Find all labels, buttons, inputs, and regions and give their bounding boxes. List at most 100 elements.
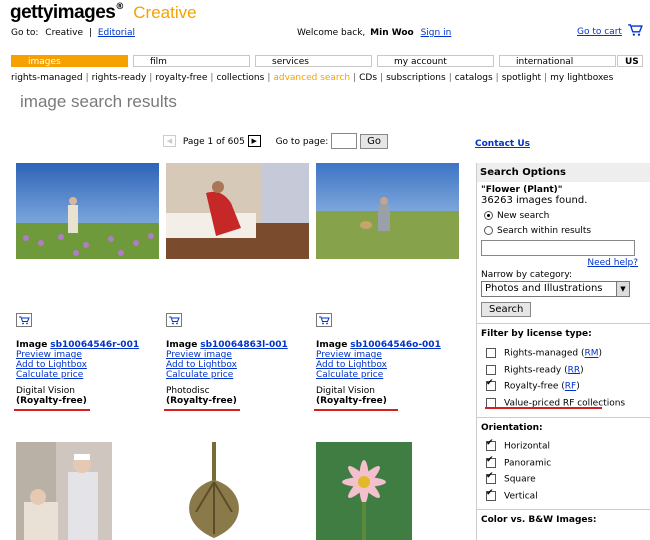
preview-link[interactable]: Preview image bbox=[316, 350, 382, 360]
orientation-title: Orientation: bbox=[481, 423, 543, 433]
goto-page-button[interactable]: Go bbox=[360, 133, 388, 149]
cart-icon[interactable] bbox=[627, 22, 643, 37]
contact-link[interactable]: Contact Us bbox=[475, 139, 530, 149]
search-within-label: Search within results bbox=[497, 226, 592, 236]
orientation-vertical[interactable]: Vertical bbox=[477, 488, 650, 501]
preview-link[interactable]: Preview image bbox=[16, 350, 82, 360]
license-label-end: ) bbox=[580, 365, 584, 375]
result-image-6[interactable] bbox=[316, 442, 412, 540]
image-id-link[interactable]: sb10064863l-001 bbox=[200, 340, 288, 350]
price-link[interactable]: Calculate price bbox=[316, 370, 383, 380]
add-to-cart-icon[interactable] bbox=[316, 313, 332, 327]
search-button[interactable]: Search bbox=[481, 302, 532, 317]
highlight-underline bbox=[314, 409, 398, 411]
result-image-1[interactable] bbox=[16, 163, 159, 259]
license-type: (Royalty-free) bbox=[16, 396, 87, 406]
subnav-royalty-free[interactable]: royalty-free bbox=[155, 73, 207, 83]
license-code-link[interactable]: RR bbox=[568, 365, 581, 375]
welcome-text: Welcome back, bbox=[297, 28, 366, 38]
subnav-rights-ready[interactable]: rights-ready bbox=[92, 73, 147, 83]
search-input[interactable] bbox=[481, 240, 635, 256]
tab-label: my account bbox=[394, 57, 447, 67]
license-label: Royalty-free ( bbox=[504, 381, 565, 392]
result-image-4[interactable] bbox=[16, 442, 112, 540]
new-search-option[interactable]: New search bbox=[477, 211, 650, 221]
color-title: Color vs. B&W Images: bbox=[481, 515, 597, 525]
chevron-down-icon[interactable]: ▼ bbox=[616, 282, 629, 296]
editorial-link[interactable]: Editorial bbox=[98, 28, 135, 38]
add-to-cart-icon[interactable] bbox=[16, 313, 32, 327]
subnav-rights-managed[interactable]: rights-managed bbox=[11, 73, 83, 83]
lightbox-link[interactable]: Add to Lightbox bbox=[316, 360, 387, 370]
license-royalty-free[interactable]: Royalty-free (RF) bbox=[477, 378, 650, 392]
license-label-end: ) bbox=[598, 348, 603, 359]
image-id-link[interactable]: sb10064546o-001 bbox=[350, 340, 441, 350]
pager: ◀ Page 1 of 605 ▶ Go to page: Go bbox=[163, 133, 388, 149]
collection-name: Digital Vision bbox=[316, 386, 375, 396]
image-label: Image bbox=[16, 340, 48, 350]
radio-icon[interactable] bbox=[484, 226, 493, 235]
license-label: Rights-managed ( bbox=[504, 348, 585, 359]
subnav-advanced-search[interactable]: advanced search bbox=[273, 73, 350, 83]
checkbox-icon[interactable] bbox=[486, 471, 496, 484]
result-details-1: Image sb10064546r-001 Preview image Add … bbox=[16, 340, 139, 406]
subnav-my-lightboxes[interactable]: my lightboxes bbox=[550, 73, 613, 83]
subnav-spotlight[interactable]: spotlight bbox=[502, 73, 541, 83]
goto-page-input[interactable] bbox=[331, 133, 358, 149]
cart-link[interactable]: Go to cart bbox=[577, 27, 622, 37]
price-link[interactable]: Calculate price bbox=[166, 370, 233, 380]
result-image-5[interactable] bbox=[166, 442, 262, 540]
tab-label: images bbox=[28, 57, 61, 67]
tab-services[interactable]: services bbox=[255, 55, 372, 67]
preview-link[interactable]: Preview image bbox=[166, 350, 232, 360]
result-details-2: Image sb10064863l-001 Preview image Add … bbox=[166, 340, 288, 406]
tab-label: services bbox=[272, 57, 309, 67]
category-select[interactable]: Photos and Illustrations ▼ bbox=[481, 281, 630, 297]
license-type: (Royalty-free) bbox=[316, 396, 387, 406]
radio-icon[interactable] bbox=[484, 211, 493, 220]
add-to-cart-icon[interactable] bbox=[166, 313, 182, 327]
subnav-cds[interactable]: CDs bbox=[359, 73, 377, 83]
license-rights-ready[interactable]: Rights-ready (RR) bbox=[477, 364, 650, 375]
next-page-icon[interactable]: ▶ bbox=[247, 135, 261, 147]
checkbox-icon[interactable] bbox=[486, 364, 496, 375]
checkbox-icon[interactable] bbox=[486, 488, 496, 501]
checkbox-icon[interactable] bbox=[486, 455, 496, 468]
brand-logo[interactable]: gettyimages® Creative bbox=[10, 2, 197, 24]
lightbox-link[interactable]: Add to Lightbox bbox=[16, 360, 87, 370]
lightbox-link[interactable]: Add to Lightbox bbox=[166, 360, 237, 370]
checkbox-icon[interactable] bbox=[486, 378, 496, 391]
prev-page-icon[interactable]: ◀ bbox=[163, 135, 176, 147]
subnav-subscriptions[interactable]: subscriptions bbox=[386, 73, 446, 83]
image-id-link[interactable]: sb10064546r-001 bbox=[50, 340, 139, 350]
license-label: Rights-ready ( bbox=[504, 365, 568, 375]
sub-navigation: rights-managed | rights-ready | royalty-free… bbox=[11, 73, 614, 83]
checkbox-icon[interactable] bbox=[486, 348, 496, 358]
checkbox-icon[interactable] bbox=[486, 438, 496, 451]
region-us[interactable]: US bbox=[617, 55, 643, 67]
license-code-link[interactable]: RM bbox=[584, 349, 598, 359]
page-title: image search results bbox=[20, 92, 177, 111]
cart[interactable]: Go to cart bbox=[577, 22, 643, 37]
license-code-link[interactable]: RF bbox=[565, 382, 576, 392]
subnav-collections[interactable]: collections bbox=[216, 73, 264, 83]
result-image-2[interactable] bbox=[166, 163, 309, 259]
orientation-panoramic[interactable]: Panoramic bbox=[477, 455, 650, 468]
license-label-end: ) bbox=[576, 381, 580, 392]
tab-international[interactable]: international bbox=[499, 55, 616, 67]
orientation-horizontal[interactable]: Horizontal bbox=[477, 438, 650, 452]
tab-my-account[interactable]: my account bbox=[377, 55, 494, 67]
result-image-3[interactable] bbox=[316, 163, 459, 259]
orientation-square[interactable]: Square bbox=[477, 471, 650, 485]
license-rights-managed[interactable]: Rights-managed (RM) bbox=[477, 348, 650, 359]
price-link[interactable]: Calculate price bbox=[16, 370, 83, 380]
signin-link[interactable]: Sign in bbox=[421, 28, 452, 38]
need-help-link[interactable]: Need help? bbox=[587, 258, 638, 268]
subnav-catalogs[interactable]: catalogs bbox=[455, 73, 493, 83]
search-within-option[interactable]: Search within results bbox=[477, 226, 650, 236]
checkbox-icon[interactable] bbox=[486, 397, 496, 408]
tab-film[interactable]: film bbox=[133, 55, 250, 67]
license-type: (Royalty-free) bbox=[166, 396, 237, 406]
tab-images[interactable]: images bbox=[11, 55, 128, 67]
orientation-label: Square bbox=[504, 474, 536, 485]
